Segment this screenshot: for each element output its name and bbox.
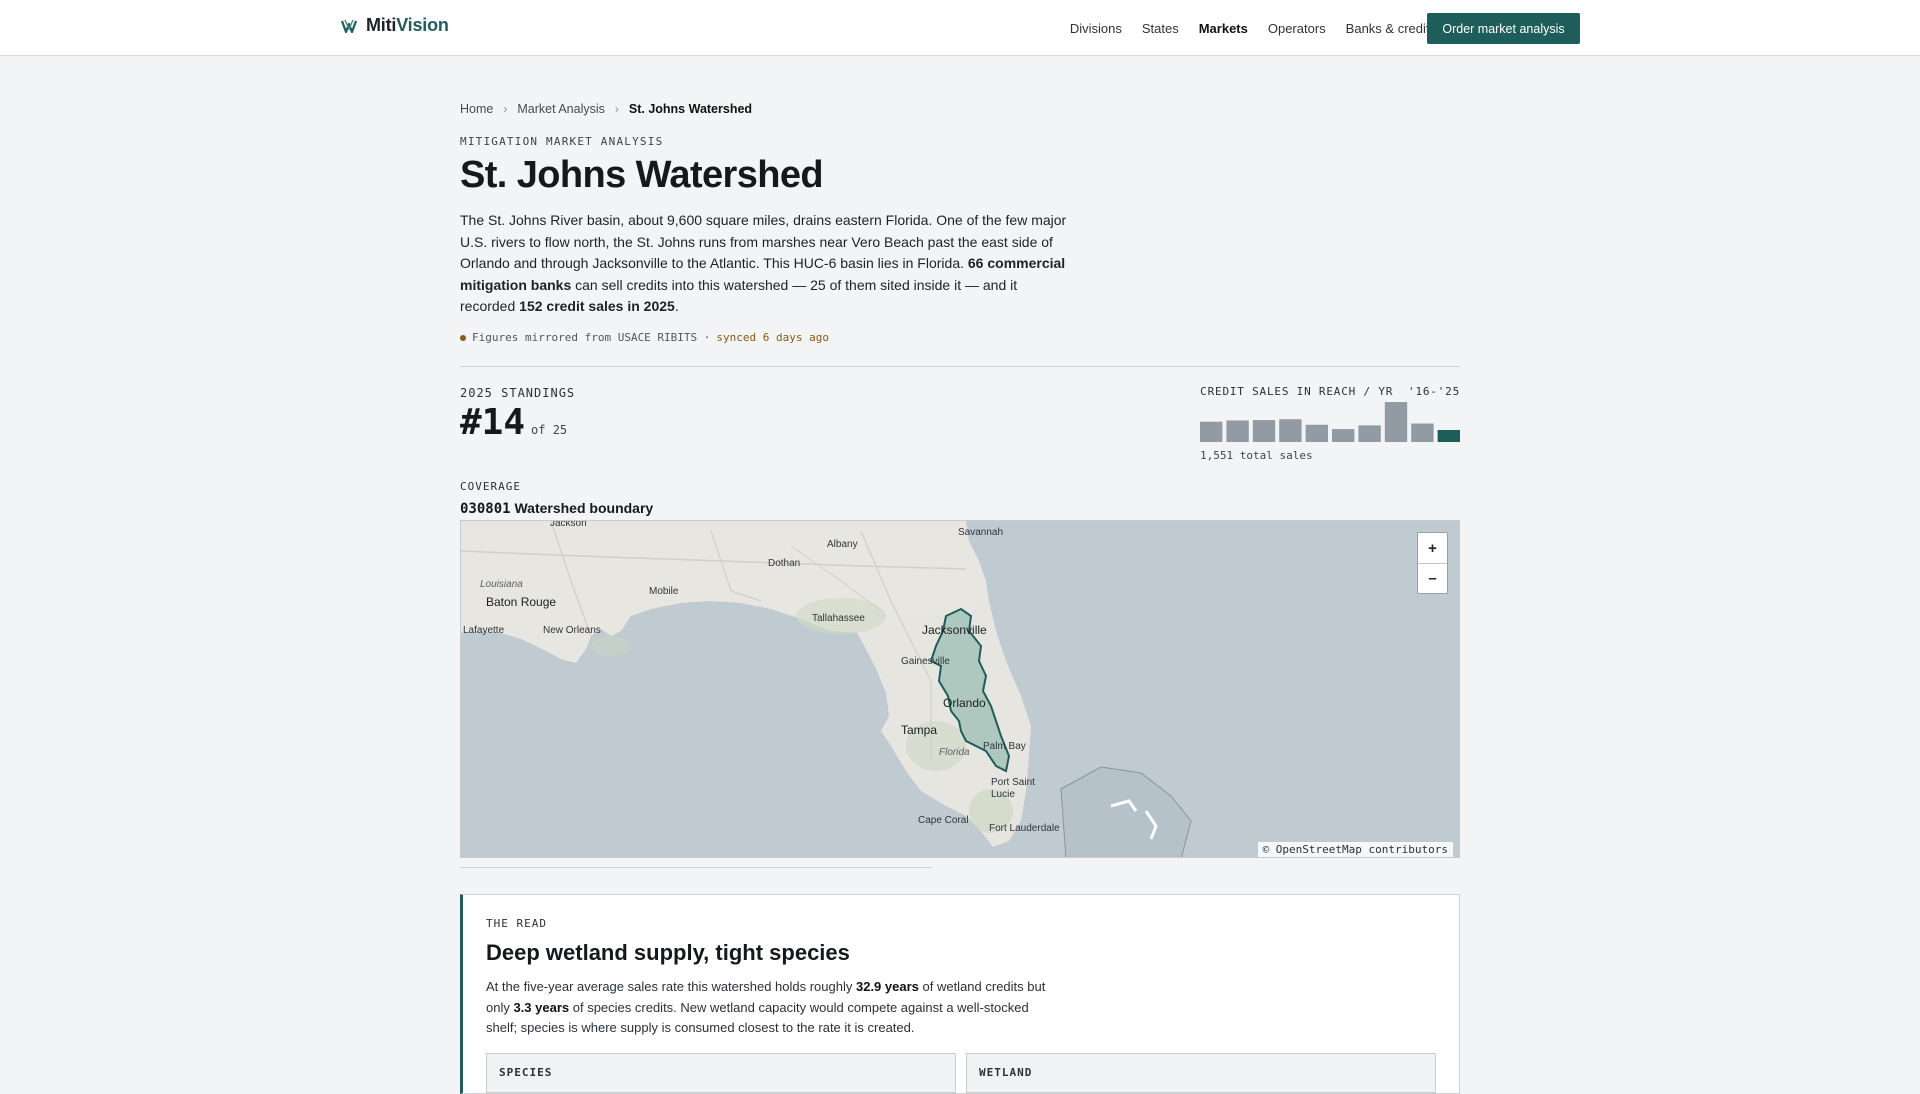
- map-zoom-control: + –: [1417, 532, 1448, 594]
- intro-paragraph: The St. Johns River basin, about 9,600 s…: [460, 212, 1067, 314]
- breadcrumb-current: St. Johns Watershed: [628, 102, 753, 116]
- spark-bar-2022: [1358, 425, 1381, 442]
- brand-mark-icon: [340, 19, 358, 33]
- map-label-jackson: Jackson: [550, 520, 587, 529]
- map-label-tallahassee: Tallahassee: [812, 613, 865, 624]
- read-eyebrow: THE READ: [486, 917, 547, 930]
- spark-bar-2019: [1279, 419, 1302, 442]
- chevron-right-icon: ›: [503, 102, 508, 116]
- chevron-right-icon: ›: [614, 102, 619, 116]
- coverage-label: COVERAGE: [460, 480, 521, 493]
- map-label-jacksonville: Jacksonville: [922, 623, 987, 637]
- coverage-title: 030801 Watershed boundary: [460, 500, 654, 517]
- map-label-gainesville: Gainesville: [901, 656, 950, 667]
- breadcrumb: Home › Market Analysis › St. Johns Water…: [460, 102, 752, 116]
- read-title: Deep wetland supply, tight species: [486, 940, 850, 965]
- sync-status: Figures mirrored from USACE RIBITS · syn…: [460, 331, 829, 344]
- page-eyebrow: MITIGATION MARKET ANALYSIS: [460, 135, 664, 148]
- nav-operators[interactable]: Operators: [1268, 21, 1326, 36]
- wetland-panel: WETLAND: [966, 1053, 1436, 1093]
- status-dot-icon: [460, 334, 466, 341]
- map-label-lafayette: Lafayette: [463, 625, 505, 636]
- map-divider: [460, 867, 932, 868]
- map-label-palm-bay: Palm Bay: [983, 741, 1026, 752]
- spark-bar-2025: [1437, 430, 1460, 442]
- map-label-cape-coral: Cape Coral: [918, 815, 969, 826]
- map-base: [461, 521, 1192, 857]
- spark-bar-2017: [1226, 420, 1249, 442]
- breadcrumb-home[interactable]: Home: [460, 102, 493, 116]
- spark-bar-2018: [1252, 420, 1276, 442]
- map-attribution[interactable]: © OpenStreetMap contributors: [1257, 842, 1453, 857]
- spark-bar-2020: [1305, 424, 1328, 442]
- main-nav: Divisions States Markets Operators Banks…: [1070, 0, 1457, 56]
- read-body: At the five-year average sales rate this…: [486, 979, 1046, 1035]
- nav-markets[interactable]: Markets: [1199, 21, 1248, 36]
- rank-number: #14: [460, 402, 526, 443]
- section-divider: [460, 366, 1460, 367]
- species-panel: SPECIES: [486, 1053, 956, 1093]
- map-label-orlando: Orlando: [943, 696, 986, 710]
- standings-label: 2025 STANDINGS: [460, 386, 576, 400]
- spark-bar-2021: [1332, 429, 1355, 442]
- credit-sales-sparkline: [1200, 402, 1460, 442]
- zoom-out-button[interactable]: –: [1418, 563, 1447, 593]
- map-label-fort-lauderdale: Fort Lauderdale: [989, 823, 1060, 834]
- nav-states[interactable]: States: [1142, 21, 1179, 36]
- brand-logo[interactable]: MitiVision: [340, 15, 449, 36]
- spark-bar-2023: [1384, 402, 1408, 442]
- map-label-mobile: Mobile: [649, 586, 679, 597]
- breadcrumb-market-analysis[interactable]: Market Analysis: [517, 102, 605, 116]
- watershed-map[interactable]: Jackson Albany Savannah Dothan Louisiana…: [460, 520, 1460, 858]
- nav-banks-credits[interactable]: Banks & credits: [1346, 21, 1436, 36]
- map-label-baton-rouge: Baton Rouge: [486, 595, 557, 609]
- map-label-tampa: Tampa: [901, 723, 938, 737]
- map-label-savannah: Savannah: [958, 527, 1004, 538]
- total-sales-label: 1,551 total sales: [1200, 449, 1313, 462]
- sparkline-title: CREDIT SALES IN REACH / YR '16-'25: [1200, 385, 1460, 398]
- standings-rank: #14 of 25: [460, 402, 567, 443]
- order-market-analysis-button[interactable]: Order market analysis: [1427, 13, 1580, 44]
- map-label-new-orleans: New Orleans: [543, 625, 601, 636]
- map-label-albany: Albany: [827, 539, 858, 550]
- spark-bar-2024: [1411, 423, 1434, 442]
- nav-divisions[interactable]: Divisions: [1070, 21, 1122, 36]
- zoom-in-button[interactable]: +: [1418, 533, 1447, 563]
- spark-bar-2016: [1200, 421, 1223, 442]
- brand-name: MitiVision: [366, 15, 449, 35]
- map-label-port-saint-lucie: Port Saint Lucie: [991, 777, 1035, 800]
- rank-of-total: of 25: [531, 423, 568, 437]
- the-read-card: THE READ Deep wetland supply, tight spec…: [460, 894, 1460, 1094]
- map-label-florida: Florida: [939, 747, 970, 758]
- top-navbar: MitiVision Divisions States Markets Oper…: [0, 0, 1920, 56]
- page-title: St. Johns Watershed: [460, 154, 824, 196]
- map-label-louisiana: Louisiana: [480, 579, 523, 590]
- map-label-dothan: Dothan: [768, 558, 801, 569]
